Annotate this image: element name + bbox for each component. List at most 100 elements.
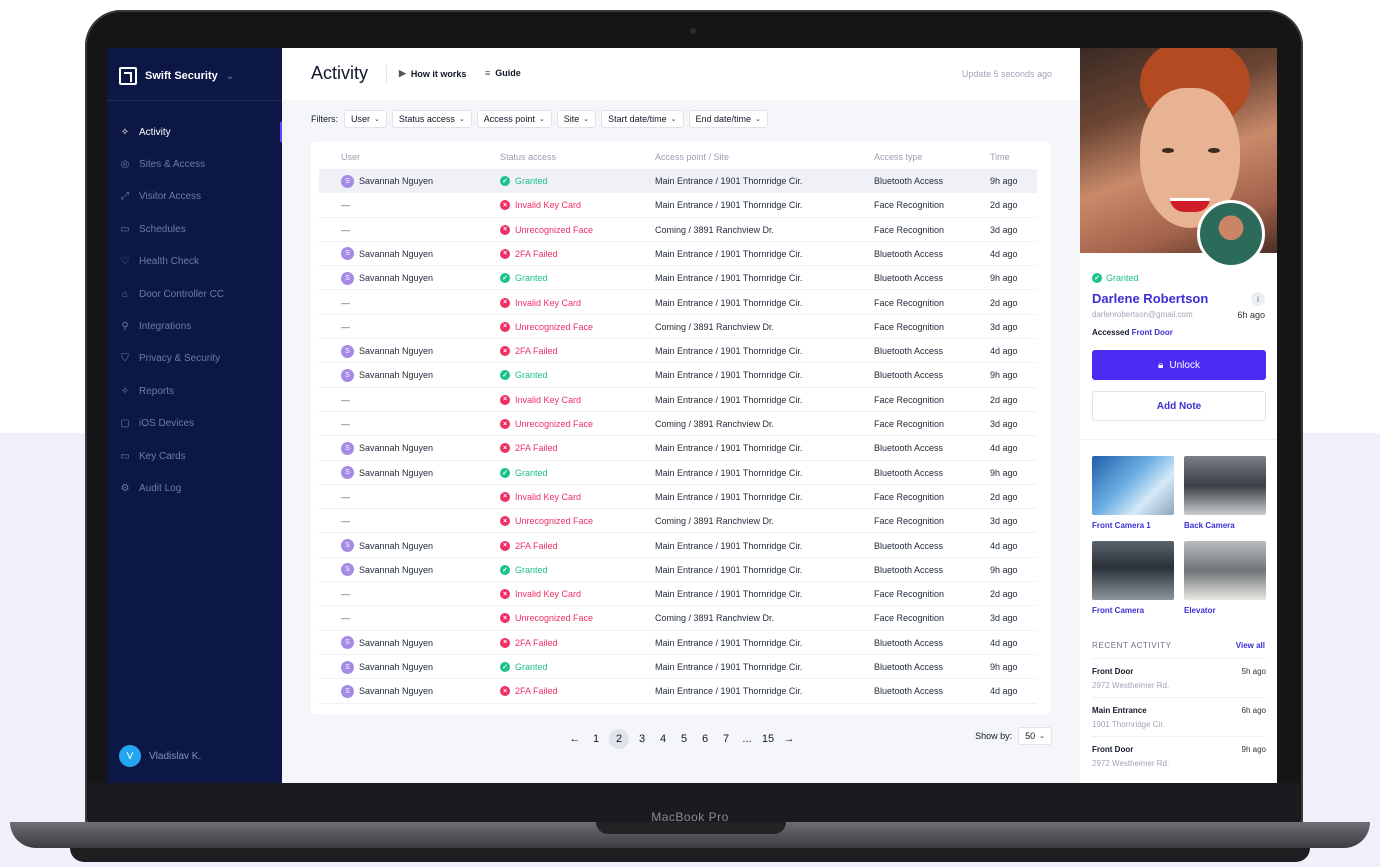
table-row[interactable]: S Savannah Nguyen ✓ Granted Main Entrance / … bbox=[319, 169, 1037, 194]
table-row[interactable]: — × Unrecognized Face Coming / 3891 Ranchvi… bbox=[319, 412, 1037, 437]
lock-icon: 🔒︎ bbox=[1158, 359, 1164, 371]
table-row[interactable]: — × Invalid Key Card Main Entrance / 1901 T… bbox=[319, 291, 1037, 315]
status-cell: ✓ Granted bbox=[500, 169, 548, 193]
current-user[interactable]: V Vladislav K. bbox=[119, 745, 201, 767]
table-row[interactable]: — × Invalid Key Card Main Entrance / 1901 T… bbox=[319, 193, 1037, 218]
column-header[interactable]: Status access bbox=[500, 152, 556, 162]
table-row[interactable]: S Savannah Nguyen ✓ Granted Main Entrance / … bbox=[319, 655, 1037, 680]
capture-thumbnail[interactable] bbox=[1197, 200, 1265, 268]
view-all-link[interactable]: View all bbox=[1236, 641, 1265, 650]
page-6[interactable]: 6 bbox=[697, 729, 713, 749]
table-row[interactable]: S Savannah Nguyen × 2FA Failed Main Entrance… bbox=[319, 679, 1037, 704]
next-page-arrow-icon[interactable]: → bbox=[781, 729, 797, 749]
user-cell: — bbox=[341, 509, 350, 533]
table-row[interactable]: — × Invalid Key Card Main Entrance / 1901 T… bbox=[319, 582, 1037, 607]
access-point-cell: Main Entrance / 1901 Thornridge Cir. bbox=[655, 273, 803, 284]
sidebar-item-door-controller-cc[interactable]: ⌂ Door Controller CC bbox=[107, 278, 282, 310]
sidebar: Swift Security ⌄ ✧ Activity ◎ Sites & Acces… bbox=[107, 48, 282, 783]
filter-status-access[interactable]: Status access ⌄ bbox=[391, 110, 472, 128]
table-row[interactable]: S Savannah Nguyen ✓ Granted Main Entrance / … bbox=[319, 461, 1037, 485]
error-circle-icon: × bbox=[500, 321, 510, 332]
avatar: S bbox=[341, 441, 354, 455]
table-row[interactable]: — × Unrecognized Face Coming / 3891 Ranchvi… bbox=[319, 218, 1037, 242]
page-4[interactable]: 4 bbox=[655, 729, 671, 749]
recent-activity-item[interactable]: Front Door 2972 Westheimer Rd. 5h ago bbox=[1092, 658, 1266, 696]
page-5[interactable]: 5 bbox=[676, 729, 692, 749]
sidebar-item-sites-access[interactable]: ◎ Sites & Access bbox=[107, 148, 282, 180]
camera-thumb-front[interactable] bbox=[1092, 541, 1174, 600]
table-row[interactable]: S Savannah Nguyen ✓ Granted Main Entrance / … bbox=[319, 558, 1037, 583]
camera-label-elevator[interactable]: Elevator bbox=[1184, 606, 1216, 615]
sidebar-item-audit-log[interactable]: ⚙ Audit Log bbox=[107, 472, 282, 504]
status-label: Unrecognized Face bbox=[515, 419, 594, 429]
access-type-cell: Face Recognition bbox=[874, 589, 945, 600]
camera-label-front-1[interactable]: Front Camera 1 bbox=[1092, 521, 1151, 530]
user-name: Savannah Nguyen bbox=[359, 686, 434, 697]
table-row[interactable]: — × Invalid Key Card Main Entrance / 1901 T… bbox=[319, 485, 1037, 510]
guide-link[interactable]: ≡ Guide bbox=[485, 68, 521, 78]
page-1[interactable]: 1 bbox=[588, 729, 604, 749]
app-screen: Swift Security ⌄ ✧ Activity ◎ Sites & Acces… bbox=[107, 48, 1277, 783]
page-2[interactable]: 2 bbox=[609, 729, 629, 749]
filter-access-point[interactable]: Access point ⌄ bbox=[476, 110, 552, 128]
table-row[interactable]: S Savannah Nguyen × 2FA Failed Main Entrance… bbox=[319, 534, 1037, 558]
table-row[interactable]: S Savannah Nguyen × 2FA Failed Main Entrance… bbox=[319, 339, 1037, 364]
filter-user[interactable]: User ⌄ bbox=[344, 110, 387, 128]
table-row[interactable]: S Savannah Nguyen × 2FA Failed Main Entrance… bbox=[319, 436, 1037, 461]
page-7[interactable]: 7 bbox=[718, 729, 734, 749]
add-note-button[interactable]: Add Note bbox=[1092, 391, 1266, 421]
access-point-cell: Main Entrance / 1901 Thornridge Cir. bbox=[655, 394, 803, 405]
column-header[interactable]: Access type bbox=[874, 152, 923, 162]
sidebar-item-key-cards[interactable]: ▭ Key Cards bbox=[107, 440, 282, 472]
table-row[interactable]: — × Unrecognized Face Coming / 3891 Ranchvi… bbox=[319, 315, 1037, 340]
table-row[interactable]: — × Unrecognized Face Coming / 3891 Ranchvi… bbox=[319, 509, 1037, 534]
table-row[interactable]: — × Invalid Key Card Main Entrance / 1901 T… bbox=[319, 388, 1037, 412]
table-row[interactable]: S Savannah Nguyen ✓ Granted Main Entrance / … bbox=[319, 363, 1037, 388]
status-cell: × Unrecognized Face bbox=[500, 412, 593, 436]
camera-label-back[interactable]: Back Camera bbox=[1184, 521, 1235, 530]
sidebar-item-integrations[interactable]: ⚲ Integrations bbox=[107, 310, 282, 342]
camera-thumb-back[interactable] bbox=[1184, 456, 1266, 515]
column-header[interactable]: User bbox=[341, 152, 360, 162]
workspace-switcher[interactable]: Swift Security ⌄ bbox=[119, 66, 234, 86]
table-row[interactable]: S Savannah Nguyen × 2FA Failed Main Entrance… bbox=[319, 631, 1037, 655]
unlock-button[interactable]: 🔒︎ Unlock bbox=[1092, 350, 1266, 380]
info-icon[interactable]: i bbox=[1251, 292, 1265, 306]
avatar: S bbox=[341, 174, 354, 188]
accessed-location[interactable]: Front Door bbox=[1132, 328, 1173, 337]
page-15[interactable]: 15 bbox=[760, 729, 776, 749]
list-icon: ≡ bbox=[485, 68, 491, 78]
filter-start-date-time[interactable]: Start date/time ⌄ bbox=[601, 110, 684, 128]
sidebar-item-ios-devices[interactable]: ▢ iOS Devices bbox=[107, 408, 282, 440]
how-it-works-link[interactable]: ▶ How it works bbox=[399, 68, 466, 79]
access-type-cell: Bluetooth Access bbox=[874, 662, 944, 672]
sidebar-item-reports[interactable]: ✧ Reports bbox=[107, 375, 282, 407]
person-name[interactable]: Darlene Robertson bbox=[1092, 291, 1208, 306]
pagination-ellipsis[interactable]: ... bbox=[739, 729, 755, 749]
filter-end-date-time[interactable]: End date/time ⌄ bbox=[688, 110, 768, 128]
camera-label-front[interactable]: Front Camera bbox=[1092, 606, 1144, 615]
camera-thumb-elevator[interactable] bbox=[1184, 541, 1266, 600]
sidebar-item-schedules[interactable]: ▭ Schedules bbox=[107, 213, 282, 245]
recent-activity-item[interactable]: Front Door 2972 Westheimer Rd. 9h ago bbox=[1092, 736, 1266, 774]
sidebar-item-privacy-security[interactable]: ⛉ Privacy & Security bbox=[107, 343, 282, 375]
sidebar-item-health-check[interactable]: ♡ Health Check bbox=[107, 246, 282, 278]
filter-label: Start date/time bbox=[608, 114, 667, 124]
column-header[interactable]: Time bbox=[990, 152, 1010, 162]
table-row[interactable]: — × Unrecognized Face Coming / 3891 Ranchvi… bbox=[319, 606, 1037, 631]
table-row[interactable]: S Savannah Nguyen ✓ Granted Main Entrance / … bbox=[319, 266, 1037, 291]
sidebar-item-visitor-access[interactable]: ⤢ Visitor Access bbox=[107, 181, 282, 213]
recent-activity-item[interactable]: Main Entrance 1901 Thornridge Cir. 6h ago bbox=[1092, 697, 1266, 735]
camera-thumb-front-1[interactable] bbox=[1092, 456, 1174, 515]
error-circle-icon: × bbox=[500, 248, 510, 259]
status-label: Unrecognized Face bbox=[515, 321, 594, 332]
column-header[interactable]: Access point / Site bbox=[655, 152, 729, 162]
sidebar-item-activity[interactable]: ✧ Activity bbox=[107, 116, 282, 148]
table-row[interactable]: S Savannah Nguyen × 2FA Failed Main Entrance… bbox=[319, 242, 1037, 267]
show-by-select[interactable]: 50 ⌄ bbox=[1018, 727, 1052, 745]
page-3[interactable]: 3 bbox=[634, 729, 650, 749]
status-label: 2FA Failed bbox=[515, 248, 558, 259]
status-cell: × Unrecognized Face bbox=[500, 606, 593, 630]
prev-page-arrow-icon[interactable]: ← bbox=[567, 729, 583, 749]
filter-site[interactable]: Site ⌄ bbox=[556, 110, 597, 128]
